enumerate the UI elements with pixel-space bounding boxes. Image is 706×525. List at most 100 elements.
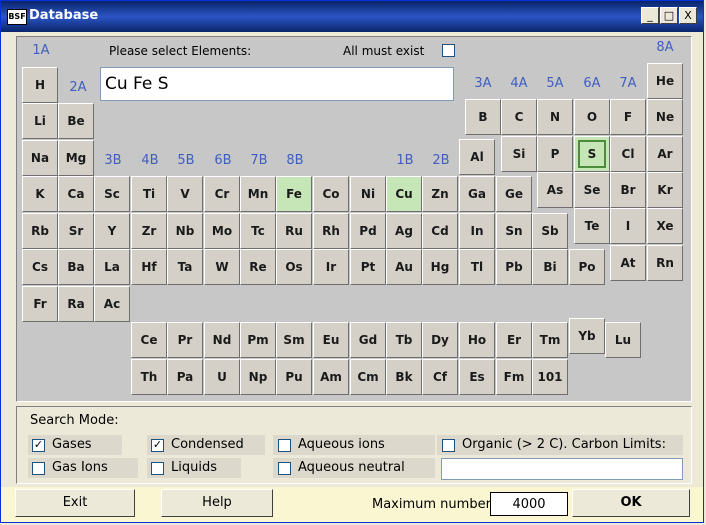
element-fe-button[interactable]: Fe — [276, 176, 312, 212]
element-sm-button[interactable]: Sm — [276, 322, 312, 358]
maximize-button[interactable]: □ — [660, 7, 678, 24]
element-ba-button[interactable]: Ba — [58, 249, 94, 285]
element-nd-button[interactable]: Nd — [204, 322, 240, 358]
all-must-exist-checkbox[interactable] — [442, 44, 455, 57]
maximum-number-input[interactable] — [490, 492, 568, 516]
element-zr-button[interactable]: Zr — [131, 213, 167, 249]
element-ge-button[interactable]: Ge — [496, 176, 532, 212]
element-es-button[interactable]: Es — [459, 359, 495, 395]
gas-ions-checkbox[interactable] — [32, 462, 45, 475]
aqueous-neutral-checkbox[interactable] — [278, 462, 291, 475]
element-rn-button[interactable]: Rn — [647, 245, 683, 281]
element-pt-button[interactable]: Pt — [350, 249, 386, 285]
liquids-checkbox[interactable] — [151, 462, 164, 475]
element-mn-button[interactable]: Mn — [240, 176, 276, 212]
element-ne-button[interactable]: Ne — [647, 99, 683, 135]
element-ag-button[interactable]: Ag — [386, 213, 422, 249]
element-cf-button[interactable]: Cf — [422, 359, 458, 395]
element-mo-button[interactable]: Mo — [204, 213, 240, 249]
element-cr-button[interactable]: Cr — [204, 176, 240, 212]
element-hg-button[interactable]: Hg — [422, 249, 458, 285]
element-pb-button[interactable]: Pb — [496, 249, 532, 285]
element-as-button[interactable]: As — [537, 172, 573, 208]
element-sr-button[interactable]: Sr — [58, 213, 94, 249]
element-ho-button[interactable]: Ho — [459, 322, 495, 358]
element-na-button[interactable]: Na — [22, 140, 58, 176]
element-np-button[interactable]: Np — [240, 359, 276, 395]
element-at-button[interactable]: At — [610, 245, 646, 281]
element-k-button[interactable]: K — [22, 176, 58, 212]
title-bar[interactable]: BSF Database _ □ X — [1, 1, 703, 32]
element-li-button[interactable]: Li — [22, 103, 58, 139]
element-zn-button[interactable]: Zn — [422, 176, 458, 212]
aqueous-ions-checkbox[interactable] — [278, 439, 291, 452]
element-br-button[interactable]: Br — [610, 172, 646, 208]
element-ra-button[interactable]: Ra — [58, 286, 94, 322]
exit-button[interactable]: Exit — [15, 489, 135, 517]
gases-checkbox[interactable]: ✓ — [32, 439, 45, 452]
element-in-button[interactable]: In — [459, 213, 495, 249]
element-y-button[interactable]: Y — [94, 213, 130, 249]
element-gd-button[interactable]: Gd — [350, 322, 386, 358]
element-tm-button[interactable]: Tm — [532, 322, 568, 358]
element-th-button[interactable]: Th — [131, 359, 167, 395]
carbon-limits-input[interactable] — [441, 458, 683, 480]
element-eu-button[interactable]: Eu — [313, 322, 349, 358]
element-i-button[interactable]: I — [610, 208, 646, 244]
minimize-button[interactable]: _ — [641, 7, 659, 24]
element-cm-button[interactable]: Cm — [350, 359, 386, 395]
element-rb-button[interactable]: Rb — [22, 213, 58, 249]
element-cu-button[interactable]: Cu — [386, 176, 422, 212]
element-tb-button[interactable]: Tb — [386, 322, 422, 358]
element-er-button[interactable]: Er — [496, 322, 532, 358]
element-co-button[interactable]: Co — [313, 176, 349, 212]
element-ru-button[interactable]: Ru — [276, 213, 312, 249]
element-p-button[interactable]: P — [537, 136, 573, 172]
element-be-button[interactable]: Be — [58, 103, 94, 139]
close-button[interactable]: X — [679, 7, 697, 24]
element-ir-button[interactable]: Ir — [313, 249, 349, 285]
element-ce-button[interactable]: Ce — [131, 322, 167, 358]
element-s-button[interactable]: S — [574, 136, 610, 172]
element-ac-button[interactable]: Ac — [94, 286, 130, 322]
element-ar-button[interactable]: Ar — [647, 136, 683, 172]
element-la-button[interactable]: La — [94, 249, 130, 285]
element-ni-button[interactable]: Ni — [350, 176, 386, 212]
element-pr-button[interactable]: Pr — [167, 322, 203, 358]
element-si-button[interactable]: Si — [501, 136, 537, 172]
element-c-button[interactable]: C — [501, 99, 537, 135]
element-re-button[interactable]: Re — [240, 249, 276, 285]
element-o-button[interactable]: O — [574, 99, 610, 135]
element-os-button[interactable]: Os — [276, 249, 312, 285]
help-button[interactable]: Help — [161, 489, 273, 517]
condensed-checkbox[interactable]: ✓ — [151, 439, 164, 452]
element-dy-button[interactable]: Dy — [422, 322, 458, 358]
element-ti-button[interactable]: Ti — [131, 176, 167, 212]
element-am-button[interactable]: Am — [313, 359, 349, 395]
selected-elements-input[interactable] — [100, 67, 454, 101]
element-ga-button[interactable]: Ga — [459, 176, 495, 212]
element-pm-button[interactable]: Pm — [240, 322, 276, 358]
element-h-button[interactable]: H — [22, 67, 58, 103]
element-te-button[interactable]: Te — [574, 208, 610, 244]
element-au-button[interactable]: Au — [386, 249, 422, 285]
element-mg-button[interactable]: Mg — [58, 140, 94, 176]
element-ca-button[interactable]: Ca — [58, 176, 94, 212]
element-cd-button[interactable]: Cd — [422, 213, 458, 249]
element-xe-button[interactable]: Xe — [647, 208, 683, 244]
element-fm-button[interactable]: Fm — [496, 359, 532, 395]
element-f-button[interactable]: F — [610, 99, 646, 135]
element-nb-button[interactable]: Nb — [167, 213, 203, 249]
element-he-button[interactable]: He — [647, 63, 683, 99]
element-pa-button[interactable]: Pa — [167, 359, 203, 395]
element-sc-button[interactable]: Sc — [94, 176, 130, 212]
element-hf-button[interactable]: Hf — [131, 249, 167, 285]
element-lu-button[interactable]: Lu — [605, 322, 641, 358]
element-n-button[interactable]: N — [537, 99, 573, 135]
element-pd-button[interactable]: Pd — [350, 213, 386, 249]
element-rh-button[interactable]: Rh — [313, 213, 349, 249]
organic-checkbox[interactable] — [442, 439, 455, 452]
element-al-button[interactable]: Al — [459, 139, 495, 175]
element-pu-button[interactable]: Pu — [276, 359, 312, 395]
element-se-button[interactable]: Se — [574, 172, 610, 208]
